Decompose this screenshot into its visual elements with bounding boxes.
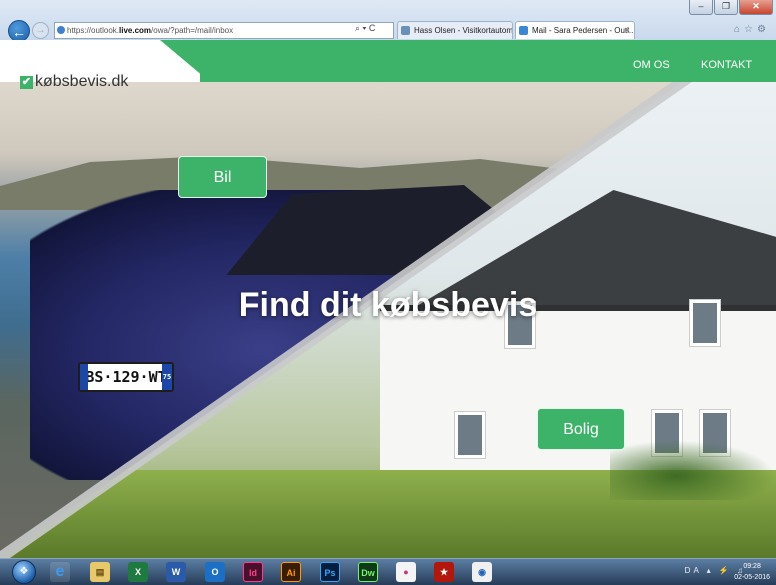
ie-icon[interactable]: e bbox=[50, 562, 70, 582]
home-favorites-settings-icons[interactable]: ⌂☆⚙ bbox=[734, 24, 770, 35]
back-button[interactable]: ← bbox=[8, 20, 30, 42]
word-icon[interactable]: W bbox=[166, 562, 186, 582]
close-window-button[interactable]: ✕ bbox=[739, 0, 773, 15]
tab-favicon-icon bbox=[519, 26, 528, 35]
app-circle-icon[interactable]: ◉ bbox=[472, 562, 492, 582]
tab-mail[interactable]: Mail - Sara Pedersen - Outl... × bbox=[515, 21, 635, 39]
close-tab-icon[interactable]: × bbox=[625, 22, 630, 39]
excel-icon[interactable]: X bbox=[128, 562, 148, 582]
eu-band bbox=[80, 364, 88, 390]
browser-toolbar: – ❐ ✕ ← → https://outlook.live.com/owa/?… bbox=[0, 0, 776, 42]
outlook-icon[interactable]: O bbox=[205, 562, 225, 582]
acrobat-icon[interactable]: ★ bbox=[434, 562, 454, 582]
photoshop-icon[interactable]: Ps bbox=[320, 562, 340, 582]
site-favicon-icon bbox=[57, 26, 65, 34]
start-button[interactable]: ❖ bbox=[12, 560, 36, 584]
site-logo[interactable]: ✔ købsbevis.dk bbox=[20, 73, 128, 91]
url-domain: live.com bbox=[119, 26, 152, 35]
search-refresh-icons[interactable]: ⌕ ▾ C bbox=[355, 23, 375, 34]
tab-hass-olsen[interactable]: Hass Olsen - Visitkortautomat bbox=[397, 21, 513, 39]
clock-time: 09:28 bbox=[743, 563, 761, 570]
address-bar[interactable]: https://outlook.live.com/owa/?path=/mail… bbox=[54, 22, 394, 39]
house-window bbox=[455, 412, 485, 458]
bushes bbox=[610, 440, 776, 500]
clock-date: 02-05-2016 bbox=[734, 574, 770, 581]
minimize-button[interactable]: – bbox=[689, 0, 713, 15]
plate-department: 75 bbox=[162, 364, 172, 390]
logo-text: købsbevis.dk bbox=[35, 73, 129, 90]
page-content: BS·129·WT 75 ✔ købsbevis.dk OM OS KONTAK… bbox=[0, 40, 776, 558]
bolig-button[interactable]: Bolig bbox=[537, 408, 625, 450]
tab-label: Hass Olsen - Visitkortautomat bbox=[414, 26, 513, 35]
clock[interactable]: 09:28 02-05-2016 bbox=[734, 561, 770, 583]
windows-taskbar: ❖ e ▤ X W O Id Ai Ps Dw ● ★ ◉ DA ▴ ⚡ ♫ 0… bbox=[0, 558, 776, 585]
plate-text: BS·129·WT bbox=[85, 368, 167, 386]
maximize-button[interactable]: ❐ bbox=[714, 0, 738, 15]
bil-button[interactable]: Bil bbox=[178, 156, 267, 198]
nav-kontakt[interactable]: KONTAKT bbox=[701, 59, 752, 71]
page-headline: Find dit købsbevis bbox=[238, 286, 538, 324]
dreamweaver-icon[interactable]: Dw bbox=[358, 562, 378, 582]
explorer-icon[interactable]: ▤ bbox=[90, 562, 110, 582]
license-plate: BS·129·WT 75 bbox=[78, 362, 174, 392]
url-suffix: /owa/?path=/mail/inbox bbox=[151, 26, 234, 35]
url-prefix: https://outlook. bbox=[67, 26, 120, 35]
illustrator-icon[interactable]: Ai bbox=[281, 562, 301, 582]
nav-om-os[interactable]: OM OS bbox=[633, 59, 670, 71]
indesign-icon[interactable]: Id bbox=[243, 562, 263, 582]
window-controls: – ❐ ✕ bbox=[688, 0, 773, 16]
forward-button[interactable]: → bbox=[32, 22, 49, 39]
media-app-icon[interactable]: ● bbox=[396, 562, 416, 582]
tab-label: Mail - Sara Pedersen - Outl... bbox=[532, 26, 635, 35]
tab-favicon-icon bbox=[401, 26, 410, 35]
checkbox-icon: ✔ bbox=[20, 75, 33, 89]
